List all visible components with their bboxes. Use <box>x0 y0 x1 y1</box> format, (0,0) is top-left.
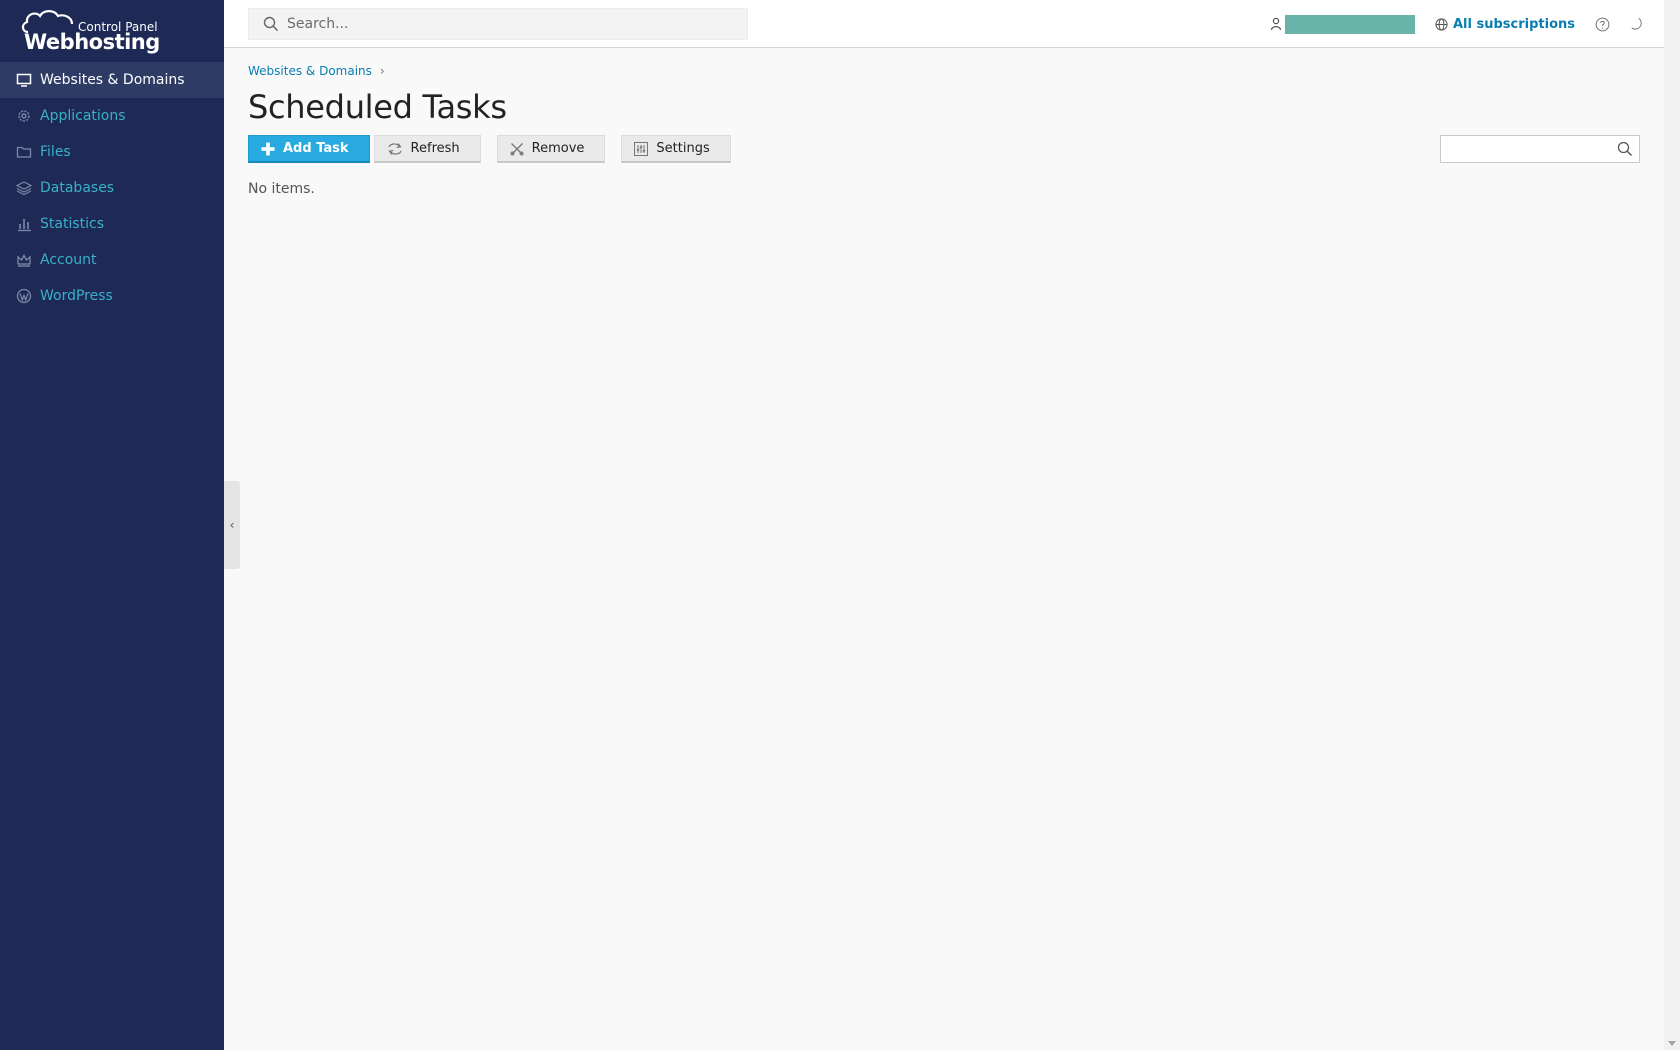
user-name-redacted[interactable] <box>1284 14 1415 34</box>
main-content: Websites & Domains › Scheduled Tasks Add… <box>248 48 1640 197</box>
list-search <box>1440 135 1640 163</box>
breadcrumb-websites-domains[interactable]: Websites & Domains <box>248 64 372 78</box>
sidebar-item-label: Statistics <box>40 216 104 232</box>
breadcrumb: Websites & Domains › <box>248 64 1640 78</box>
settings-sliders-icon <box>634 141 649 156</box>
sidebar-item-label: Files <box>40 144 71 160</box>
list-search-input[interactable] <box>1441 136 1611 162</box>
refresh-button[interactable]: Refresh <box>373 135 481 163</box>
all-subscriptions-link[interactable]: All subscriptions <box>1435 17 1575 32</box>
sidebar-item-websites-domains[interactable]: Websites & Domains <box>0 62 224 98</box>
layers-icon <box>16 180 32 196</box>
search-icon <box>263 16 279 32</box>
sidebar-item-account[interactable]: Account <box>0 242 224 278</box>
brand-title: Webhosting <box>24 30 160 54</box>
page-scrollbar[interactable] <box>1664 0 1680 1050</box>
sidebar-item-files[interactable]: Files <box>0 134 224 170</box>
sidebar-item-label: WordPress <box>40 288 113 304</box>
gear-icon <box>16 108 32 124</box>
sidebar-item-label: Websites & Domains <box>40 72 185 88</box>
remove-label: Remove <box>531 141 585 156</box>
sidebar-item-label: Applications <box>40 108 126 124</box>
add-task-button[interactable]: Add Task <box>248 135 370 163</box>
search-icon[interactable] <box>1617 141 1633 157</box>
settings-label: Settings <box>656 141 710 156</box>
all-subscriptions-label: All subscriptions <box>1452 16 1575 32</box>
remove-icon <box>510 142 524 156</box>
sidebar-item-databases[interactable]: Databases <box>0 170 224 206</box>
brand-logo[interactable]: Control Panel Webhosting <box>0 0 224 62</box>
user-icon[interactable] <box>1270 17 1282 31</box>
help-icon[interactable] <box>1595 17 1610 32</box>
globe-icon <box>1435 17 1448 31</box>
page-title: Scheduled Tasks <box>248 88 507 126</box>
sidebar-item-label: Account <box>40 252 97 268</box>
add-task-label: Add Task <box>283 141 349 156</box>
dark-mode-toggle-icon[interactable] <box>1630 17 1644 31</box>
sidebar-item-wordpress[interactable]: WordPress <box>0 278 224 314</box>
sidebar-item-label: Databases <box>40 180 115 196</box>
bar-chart-icon <box>16 216 32 232</box>
remove-button[interactable]: Remove <box>496 135 606 163</box>
folder-icon <box>16 144 32 160</box>
empty-list-message: No items. <box>248 181 315 197</box>
monitor-icon <box>16 72 32 88</box>
top-header: All subscriptions <box>224 0 1664 48</box>
settings-button[interactable]: Settings <box>621 135 731 163</box>
wordpress-icon <box>16 288 32 304</box>
breadcrumb-separator: › <box>379 64 385 78</box>
refresh-label: Refresh <box>410 141 460 156</box>
sidebar: Control Panel Webhosting Websites & Doma… <box>0 0 224 1050</box>
sidebar-item-applications[interactable]: Applications <box>0 98 224 134</box>
crown-icon <box>16 252 32 268</box>
toolbar: Add Task Refresh Remove Settings <box>248 135 1640 163</box>
global-search <box>248 8 748 40</box>
global-search-input[interactable] <box>287 16 727 32</box>
scroll-down-arrow-icon[interactable] <box>1668 1041 1676 1046</box>
sidebar-nav: Websites & Domains Applications Files Da… <box>0 62 224 314</box>
header-actions: All subscriptions <box>1270 0 1664 48</box>
plus-icon <box>261 142 275 156</box>
chevron-left-icon: ‹ <box>229 518 235 532</box>
sidebar-collapse-toggle[interactable]: ‹ <box>224 481 240 569</box>
sidebar-item-statistics[interactable]: Statistics <box>0 206 224 242</box>
refresh-icon <box>387 142 403 156</box>
